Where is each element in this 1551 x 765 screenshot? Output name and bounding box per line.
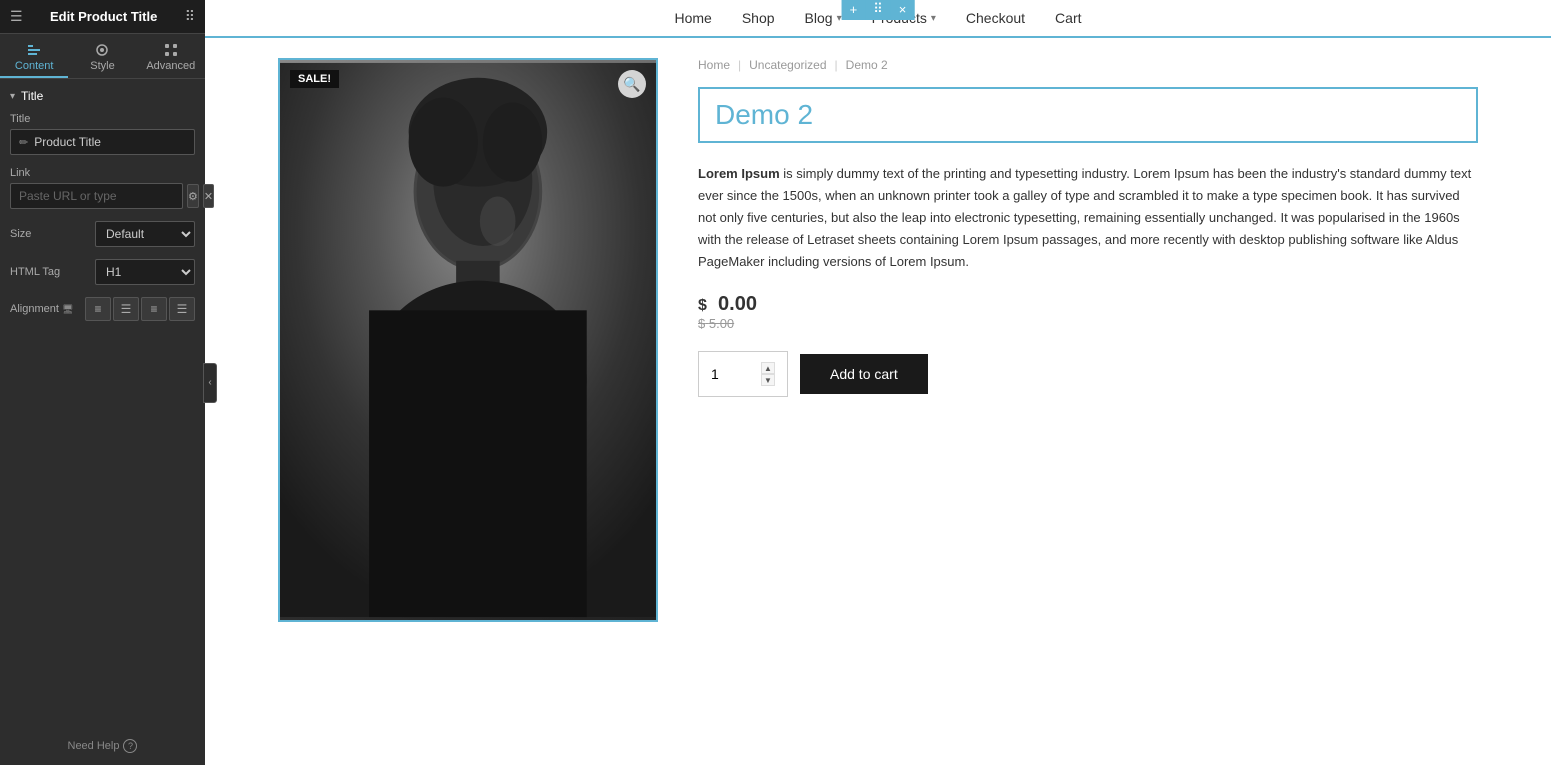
size-field-group: Size Default Small Medium Large [10, 221, 195, 247]
alignment-buttons: ≡ ☰ ≡ ☰ [85, 297, 195, 321]
hamburger-icon[interactable]: ☰ [10, 8, 23, 25]
panel-title: Edit Product Title [50, 9, 157, 24]
size-row: Size Default Small Medium Large [10, 221, 195, 247]
product-image-col: SALE! 🔍 [278, 58, 658, 622]
section-title-label[interactable]: Title [10, 89, 195, 103]
title-field-group: Title ✏ [10, 113, 195, 155]
alignment-responsive-icon: 🖥 [62, 304, 73, 314]
align-right-btn[interactable]: ≡ [141, 297, 167, 321]
tab-style-label: Style [90, 60, 114, 72]
link-field-row: ⚙ ✕ [10, 183, 195, 209]
link-field-group: Link ⚙ ✕ [10, 167, 195, 209]
main-area: Home Shop Blog ▾ Products ▾ Checkout Car… [205, 0, 1551, 765]
breadcrumb-category[interactable]: Uncategorized [749, 58, 826, 72]
help-icon: ? [123, 739, 137, 753]
top-nav: Home Shop Blog ▾ Products ▾ Checkout Car… [205, 0, 1551, 38]
product-description: Lorem Ipsum is simply dummy text of the … [698, 163, 1478, 273]
tab-advanced-label: Advanced [146, 60, 195, 72]
align-justify-btn[interactable]: ☰ [169, 297, 195, 321]
product-title: Demo 2 [715, 99, 1461, 131]
quantity-field: ▲ ▼ [698, 351, 788, 397]
nav-checkout[interactable]: Checkout [966, 10, 1025, 26]
need-help[interactable]: Need Help ? [0, 727, 205, 765]
products-dropdown-arrow: ▾ [931, 13, 936, 24]
nav-home[interactable]: Home [674, 10, 711, 26]
tab-content[interactable]: Content [0, 34, 68, 78]
alignment-field-group: Alignment 🖥 ≡ ☰ ≡ ☰ [10, 297, 195, 321]
nav-blog[interactable]: Blog ▾ [805, 10, 842, 26]
left-panel: ☰ Edit Product Title ⠿ Content Style [0, 0, 205, 765]
toolbar-close-btn[interactable]: × [891, 0, 915, 20]
product-image-svg [280, 60, 656, 620]
zoom-icon[interactable]: 🔍 [618, 70, 646, 98]
alignment-row: Alignment 🖥 ≡ ☰ ≡ ☰ [10, 297, 195, 321]
link-remove-icon[interactable]: ✕ [203, 184, 214, 208]
grid-icon[interactable]: ⠿ [185, 8, 195, 25]
size-select[interactable]: Default Small Medium Large [95, 221, 195, 247]
alignment-label: Alignment 🖥 [10, 303, 79, 315]
link-settings-icon[interactable]: ⚙ [187, 184, 199, 208]
nav-cart[interactable]: Cart [1055, 10, 1081, 26]
tab-style[interactable]: Style [68, 34, 136, 78]
product-title-box: Demo 2 [698, 87, 1478, 143]
product-image [280, 60, 656, 620]
breadcrumb-sep-2: | [835, 58, 838, 72]
size-label: Size [10, 228, 89, 240]
price-section: $ 0.00 $ 5.00 [698, 293, 1478, 331]
title-input-wrapper: ✏ [10, 129, 195, 155]
align-left-btn[interactable]: ≡ [85, 297, 111, 321]
quantity-down-btn[interactable]: ▼ [761, 374, 775, 386]
edit-icon: ✏ [19, 136, 28, 149]
add-to-cart-button[interactable]: Add to cart [800, 354, 928, 394]
html-tag-field-group: HTML Tag H1 H2 H3 H4 H5 H6 p span [10, 259, 195, 285]
old-price-value: 5.00 [709, 316, 734, 331]
link-label: Link [10, 167, 195, 179]
title-input[interactable] [34, 135, 186, 149]
nav-shop[interactable]: Shop [742, 10, 775, 26]
link-input[interactable] [10, 183, 183, 209]
price-value: 0.00 [718, 293, 757, 315]
breadcrumb-home[interactable]: Home [698, 58, 730, 72]
content-layout: SALE! 🔍 [278, 58, 1478, 622]
html-tag-label: HTML Tag [10, 266, 89, 278]
toolbar-bar: + ⠿ × [842, 0, 915, 20]
breadcrumb-current: Demo 2 [846, 58, 888, 72]
quantity-input[interactable] [711, 366, 761, 382]
page-content: SALE! 🔍 [205, 38, 1551, 765]
align-center-btn[interactable]: ☰ [113, 297, 139, 321]
tab-advanced[interactable]: Advanced [137, 34, 205, 78]
currency-symbol: $ [698, 297, 707, 314]
html-tag-select[interactable]: H1 H2 H3 H4 H5 H6 p span [95, 259, 195, 285]
panel-header: ☰ Edit Product Title ⠿ [0, 0, 205, 34]
breadcrumb-sep-1: | [738, 58, 741, 72]
old-currency: $ [698, 316, 705, 331]
toolbar-add-btn[interactable]: + [842, 0, 866, 20]
panel-tabs: Content Style Advanced [0, 34, 205, 79]
product-image-wrapper: SALE! 🔍 [278, 58, 658, 622]
tab-content-label: Content [15, 60, 54, 72]
price-current: $ 0.00 [698, 293, 1478, 316]
title-section: Title Title ✏ Link ⚙ ✕ Size Default Smal… [0, 79, 205, 343]
toolbar-grid-btn[interactable]: ⠿ [865, 0, 891, 20]
quantity-spinners: ▲ ▼ [761, 362, 775, 386]
sale-badge: SALE! [290, 70, 339, 88]
collapse-panel-btn[interactable]: ‹ [203, 363, 217, 403]
add-to-cart-row: ▲ ▼ Add to cart [698, 351, 1478, 397]
title-label: Title [10, 113, 195, 125]
product-info-col: Home | Uncategorized | Demo 2 Demo 2 Lor… [698, 58, 1478, 622]
quantity-up-btn[interactable]: ▲ [761, 362, 775, 374]
breadcrumb: Home | Uncategorized | Demo 2 [698, 58, 1478, 72]
price-old: $ 5.00 [698, 316, 1478, 331]
html-tag-row: HTML Tag H1 H2 H3 H4 H5 H6 p span [10, 259, 195, 285]
